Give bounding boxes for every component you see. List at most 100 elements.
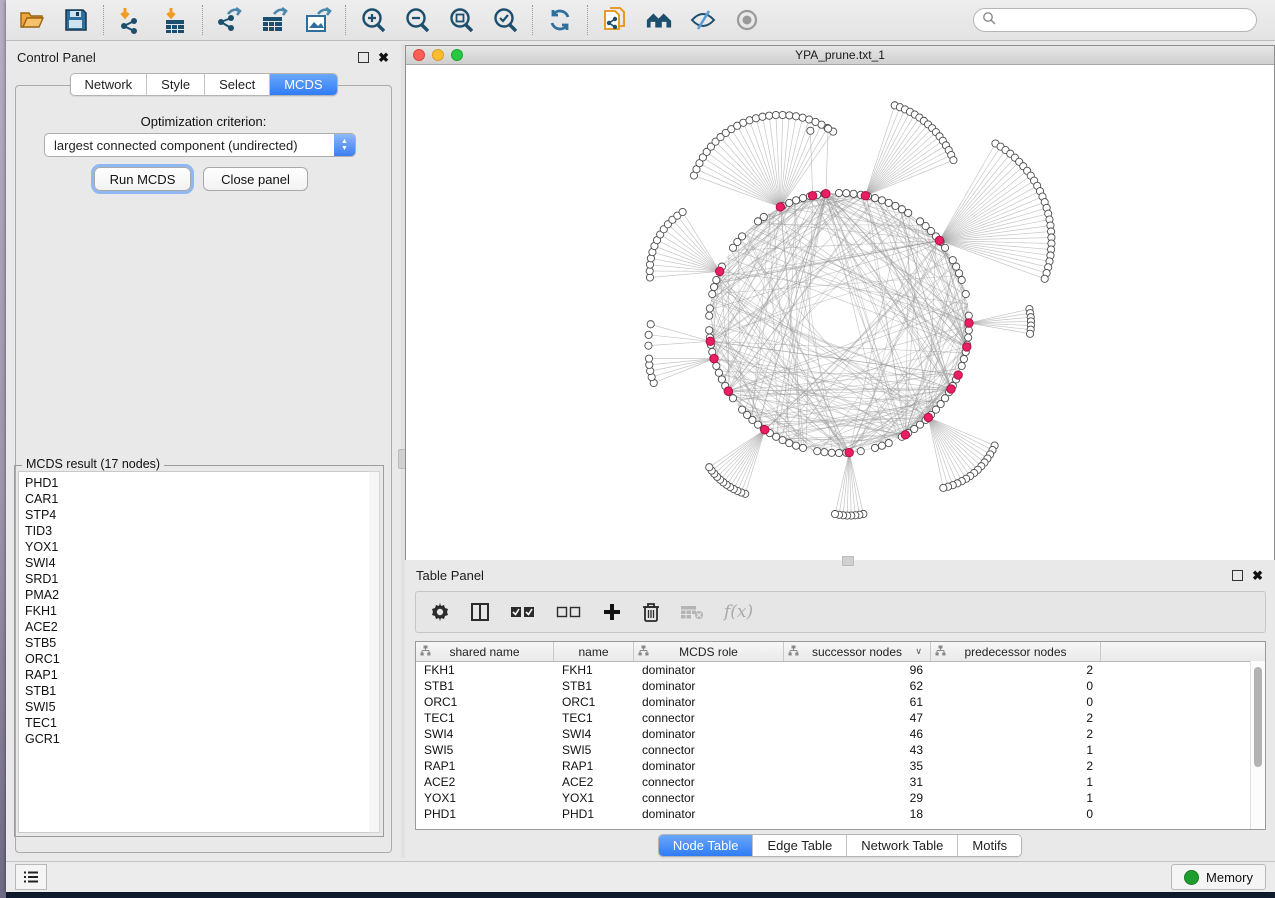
zoom-out-icon[interactable] xyxy=(403,6,431,34)
export-network-icon[interactable] xyxy=(216,6,244,34)
import-network-icon[interactable] xyxy=(117,6,145,34)
delete-columns-icon[interactable] xyxy=(642,602,660,623)
table-row[interactable]: SWI4SWI4dominator462 xyxy=(416,726,1265,742)
network-node[interactable] xyxy=(799,444,806,451)
mcds-result-item[interactable]: SRD1 xyxy=(25,571,369,587)
network-node[interactable] xyxy=(965,327,972,334)
mcds-result-item[interactable]: PHD1 xyxy=(25,475,369,491)
network-node[interactable] xyxy=(760,213,767,220)
mcds-result-item[interactable]: ORC1 xyxy=(25,651,369,667)
zoom-selected-icon[interactable] xyxy=(491,6,519,34)
show-columns-icon[interactable] xyxy=(470,602,490,622)
mcds-node[interactable] xyxy=(776,203,784,211)
node-table[interactable]: shared namenameMCDS rolesuccessor nodes∨… xyxy=(415,641,1266,830)
network-graph[interactable] xyxy=(406,65,1274,560)
network-node[interactable] xyxy=(878,442,885,449)
mcds-node[interactable] xyxy=(710,354,718,362)
leaf-node[interactable] xyxy=(706,464,713,471)
tab-mcds[interactable]: MCDS xyxy=(270,74,336,95)
network-node[interactable] xyxy=(850,190,857,197)
mcds-result-item[interactable]: RAP1 xyxy=(25,667,369,683)
leaf-node[interactable] xyxy=(645,331,652,338)
network-node[interactable] xyxy=(713,362,720,369)
network-node[interactable] xyxy=(706,305,713,312)
leaf-node[interactable] xyxy=(752,115,759,122)
mcds-result-item[interactable]: STP4 xyxy=(25,507,369,523)
leaf-node[interactable] xyxy=(940,484,947,491)
table-row[interactable]: ORC1ORC1dominator610 xyxy=(416,694,1265,710)
close-table-panel-icon[interactable]: ✖ xyxy=(1252,571,1263,580)
network-node[interactable] xyxy=(905,209,912,216)
network-node[interactable] xyxy=(792,197,799,204)
horizontal-splitter-handle[interactable] xyxy=(842,556,854,566)
table-scrollbar[interactable] xyxy=(1250,661,1265,829)
network-node[interactable] xyxy=(958,362,965,369)
tab-node-table[interactable]: Node Table xyxy=(659,835,754,856)
network-node[interactable] xyxy=(953,263,960,270)
table-options-gear-icon[interactable] xyxy=(430,602,450,622)
leaf-node[interactable] xyxy=(825,125,832,132)
leaf-node[interactable] xyxy=(950,157,957,164)
network-node[interactable] xyxy=(792,442,799,449)
column-header-MCDS-role[interactable]: MCDS role xyxy=(634,642,784,661)
mcds-node[interactable] xyxy=(706,337,714,345)
export-table-icon[interactable] xyxy=(260,6,288,34)
show-graphics-details-icon[interactable] xyxy=(733,6,761,34)
select-all-rows-icon[interactable] xyxy=(510,604,536,620)
leaf-node[interactable] xyxy=(766,112,773,119)
column-header-successor-nodes[interactable]: successor nodes∨ xyxy=(784,642,931,661)
leaf-node[interactable] xyxy=(807,127,814,134)
network-node[interactable] xyxy=(821,449,828,456)
network-node[interactable] xyxy=(956,270,963,277)
network-node[interactable] xyxy=(878,197,885,204)
mcds-result-item[interactable]: PMA2 xyxy=(25,587,369,603)
network-node[interactable] xyxy=(857,448,864,455)
network-node[interactable] xyxy=(960,355,967,362)
mcds-result-item[interactable]: GCR1 xyxy=(25,731,369,747)
table-row[interactable]: YOX1YOX1connector291 xyxy=(416,790,1265,806)
run-mcds-button[interactable]: Run MCDS xyxy=(94,167,191,191)
tab-edge-table[interactable]: Edge Table xyxy=(753,835,847,856)
mcds-result-item[interactable]: TID3 xyxy=(25,523,369,539)
mcds-node[interactable] xyxy=(845,448,853,456)
optimization-criterion-dropdown[interactable]: largest connected component (undirected)… xyxy=(44,133,356,157)
leaf-node[interactable] xyxy=(779,111,786,118)
tab-select[interactable]: Select xyxy=(205,74,270,95)
table-row[interactable]: RAP1RAP1dominator352 xyxy=(416,758,1265,774)
leaf-node[interactable] xyxy=(792,113,799,120)
mcds-result-scrollbar[interactable] xyxy=(369,471,380,833)
network-from-document-icon[interactable] xyxy=(601,6,629,34)
table-row[interactable]: STB1STB1dominator620 xyxy=(416,678,1265,694)
network-node[interactable] xyxy=(715,369,722,376)
float-table-panel-icon[interactable] xyxy=(1232,570,1243,581)
tab-motifs[interactable]: Motifs xyxy=(958,835,1021,856)
leaf-node[interactable] xyxy=(679,208,686,215)
add-column-icon[interactable] xyxy=(602,602,622,622)
network-node[interactable] xyxy=(786,199,793,206)
network-node[interactable] xyxy=(814,448,821,455)
network-node[interactable] xyxy=(871,444,878,451)
network-node[interactable] xyxy=(738,233,745,240)
network-node[interactable] xyxy=(958,276,965,283)
mcds-node[interactable] xyxy=(822,189,830,197)
tab-network-table[interactable]: Network Table xyxy=(847,835,958,856)
mcds-result-item[interactable]: TEC1 xyxy=(25,715,369,731)
task-history-button[interactable] xyxy=(15,864,47,890)
open-session-icon[interactable] xyxy=(18,6,46,34)
unselect-all-rows-icon[interactable] xyxy=(556,604,582,620)
mcds-node[interactable] xyxy=(965,319,973,327)
mcds-result-item[interactable]: SWI5 xyxy=(25,699,369,715)
column-header-shared-name[interactable]: shared name xyxy=(416,642,554,661)
search-input[interactable] xyxy=(996,12,1248,28)
network-node[interactable] xyxy=(710,283,717,290)
mcds-result-item[interactable]: STB5 xyxy=(25,635,369,651)
network-canvas[interactable] xyxy=(406,65,1274,560)
refresh-icon[interactable] xyxy=(546,6,574,34)
zoom-in-icon[interactable] xyxy=(359,6,387,34)
memory-button[interactable]: Memory xyxy=(1171,864,1266,890)
home-networks-icon[interactable] xyxy=(645,6,673,34)
tab-style[interactable]: Style xyxy=(147,74,205,95)
network-node[interactable] xyxy=(885,440,892,447)
zoom-fit-icon[interactable] xyxy=(447,6,475,34)
leaf-node[interactable] xyxy=(645,355,652,362)
